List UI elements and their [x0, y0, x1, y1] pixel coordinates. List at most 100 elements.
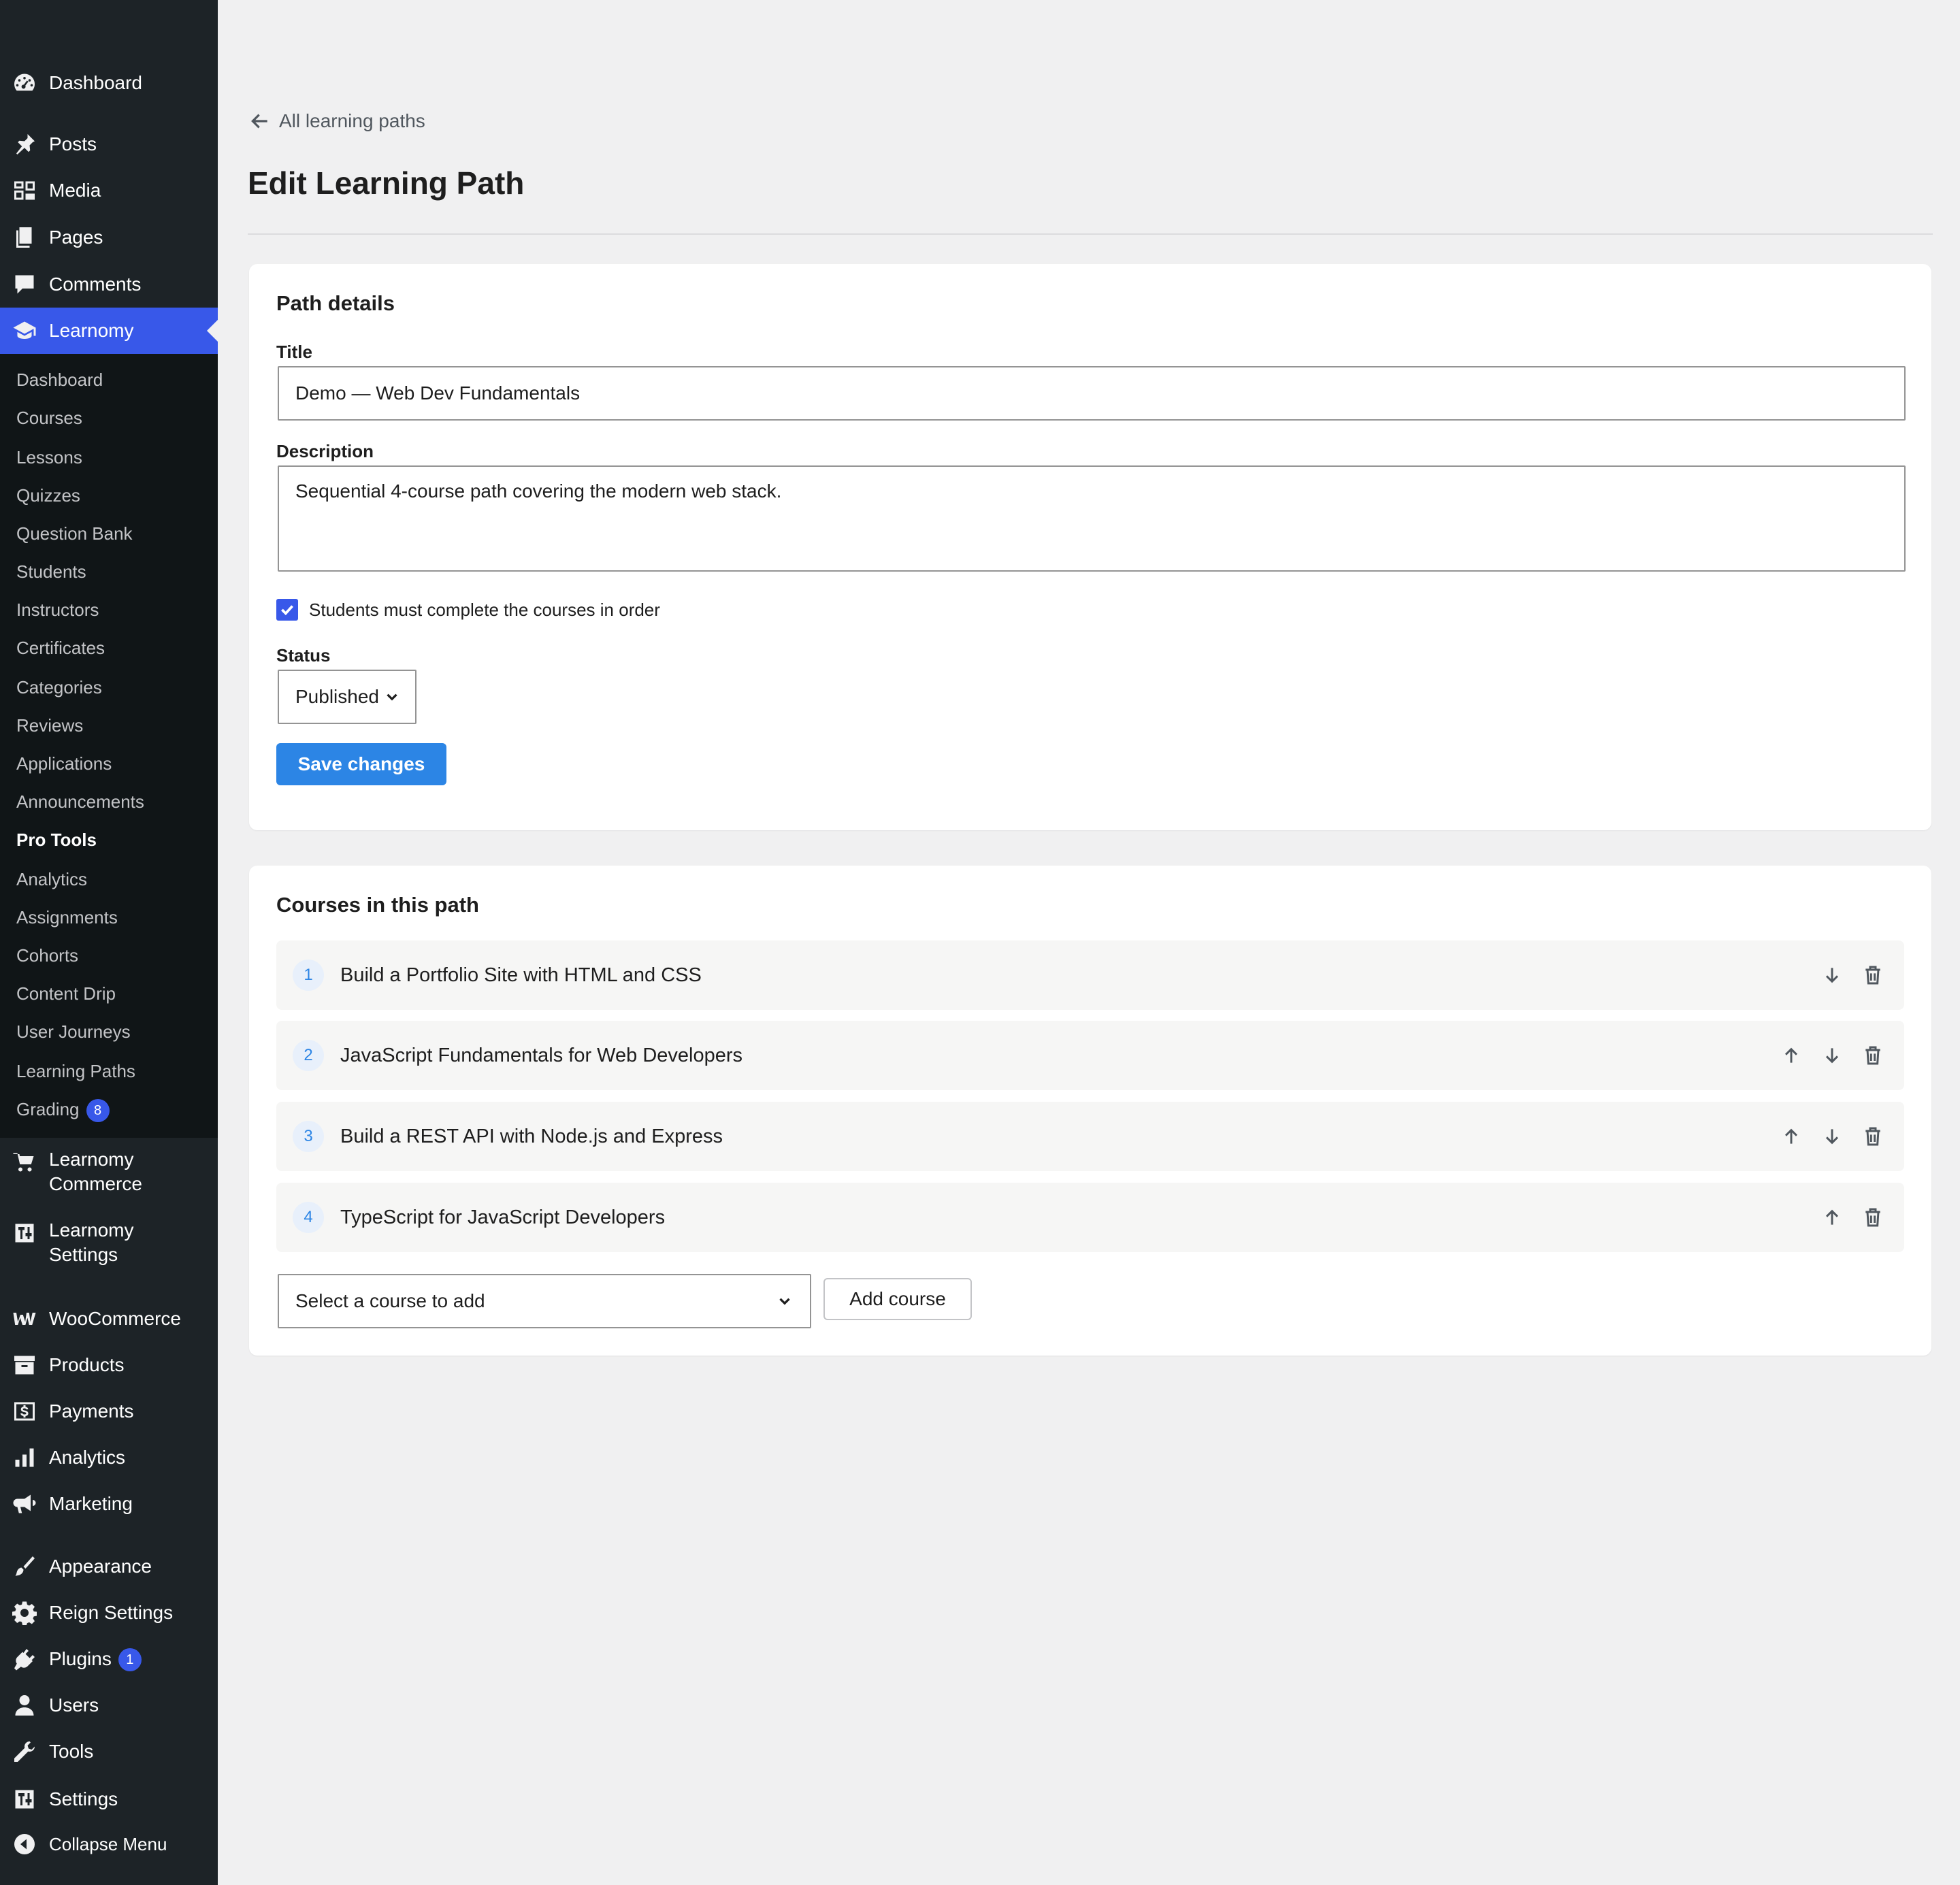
submenu-certificates[interactable]: Certificates	[16, 636, 105, 660]
menu-posts[interactable]: Posts	[0, 129, 218, 159]
menu-tools[interactable]: Tools	[0, 1737, 218, 1767]
learnomy-submenu: Dashboard Courses Lessons Quizzes Questi…	[0, 354, 218, 1138]
wrench-icon	[11, 1738, 38, 1765]
submenu-instructors[interactable]: Instructors	[16, 597, 99, 622]
submenu-grading[interactable]: Grading 8	[16, 1097, 110, 1123]
trash-icon	[1865, 1127, 1880, 1146]
menu-marketing[interactable]: Marketing	[0, 1489, 218, 1519]
menu-collapse[interactable]: Collapse Menu	[0, 1829, 218, 1859]
course-row[interactable]: 3 Build a REST API with Node.js and Expr…	[276, 1102, 1904, 1171]
status-select[interactable]: Published	[278, 670, 416, 724]
active-arrow-icon	[207, 320, 218, 342]
menu-pages[interactable]: Pages	[0, 223, 218, 252]
settings-sliders-icon	[11, 1786, 38, 1813]
menu-appearance[interactable]: Appearance	[0, 1552, 218, 1581]
bar-chart-icon	[11, 1444, 38, 1471]
move-down-button[interactable]	[1818, 962, 1846, 989]
submenu-analytics[interactable]: Analytics	[16, 867, 87, 891]
menu-comments[interactable]: Comments	[0, 269, 218, 299]
submenu-applications[interactable]: Applications	[16, 751, 112, 776]
submenu-quizzes[interactable]: Quizzes	[16, 483, 80, 508]
menu-settings[interactable]: Settings	[0, 1784, 218, 1814]
arrow-up-icon	[1784, 1128, 1798, 1144]
grading-count-badge: 8	[86, 1099, 110, 1123]
course-select[interactable]: Select a course to add	[278, 1274, 811, 1328]
course-name: JavaScript Fundamentals for Web Develope…	[340, 1045, 743, 1066]
submenu-content-drip[interactable]: Content Drip	[16, 981, 116, 1006]
submenu-lessons[interactable]: Lessons	[16, 445, 82, 470]
submenu-dashboard[interactable]: Dashboard	[16, 367, 103, 392]
menu-plugins[interactable]: Plugins 1	[0, 1644, 218, 1674]
description-textarea[interactable]: Sequential 4-course path covering the mo…	[278, 465, 1906, 572]
save-changes-button[interactable]: Save changes	[276, 743, 446, 785]
menu-plugins-label: Plugins	[49, 1648, 112, 1669]
submenu-user-journeys[interactable]: User Journeys	[16, 1019, 131, 1044]
page-title: Edit Learning Path	[248, 165, 525, 201]
arrow-down-icon	[1825, 968, 1839, 983]
menu-analytics[interactable]: Analytics	[0, 1443, 218, 1473]
course-row[interactable]: 1 Build a Portfolio Site with HTML and C…	[276, 940, 1904, 1010]
submenu-courses[interactable]: Courses	[16, 406, 82, 430]
remove-course-button[interactable]	[1859, 962, 1886, 989]
title-divider	[248, 233, 1933, 235]
course-order-number: 2	[293, 1040, 324, 1071]
move-up-button[interactable]	[1778, 1123, 1805, 1150]
graduation-cap-icon	[11, 317, 38, 344]
status-select-value: Published	[295, 686, 379, 707]
move-down-button[interactable]	[1818, 1123, 1846, 1150]
sequential-checkbox[interactable]	[276, 599, 298, 621]
menu-reign-settings[interactable]: Reign Settings	[0, 1598, 218, 1628]
menu-products[interactable]: Products	[0, 1350, 218, 1380]
move-up-button[interactable]	[1778, 1042, 1805, 1069]
admin-sidebar: Dashboard Posts Media Pages Comments Lea…	[0, 0, 218, 1885]
menu-payments[interactable]: Payments	[0, 1396, 218, 1426]
pin-icon	[11, 131, 38, 158]
course-name: Build a Portfolio Site with HTML and CSS	[340, 964, 702, 986]
menu-learnomy-commerce[interactable]: Learnomy Commerce	[0, 1147, 218, 1199]
menu-users[interactable]: Users	[0, 1690, 218, 1720]
submenu-assignments[interactable]: Assignments	[16, 905, 118, 930]
add-course-button[interactable]: Add course	[823, 1278, 972, 1320]
submenu-cohorts[interactable]: Cohorts	[16, 943, 78, 968]
dollar-icon	[11, 1398, 38, 1425]
menu-woocommerce[interactable]: WooCommerce	[0, 1304, 218, 1334]
submenu-question-bank[interactable]: Question Bank	[16, 521, 133, 546]
remove-course-button[interactable]	[1859, 1042, 1886, 1069]
course-order-number: 4	[293, 1202, 324, 1233]
remove-course-button[interactable]	[1859, 1204, 1886, 1231]
title-label: Title	[276, 342, 312, 362]
arrow-down-icon	[1825, 1048, 1839, 1064]
arrow-up-icon	[1825, 1209, 1839, 1225]
title-input[interactable]	[278, 366, 1906, 421]
brush-icon	[11, 1553, 38, 1580]
submenu-learning-paths[interactable]: Learning Paths	[16, 1059, 135, 1083]
arrow-up-icon	[1784, 1047, 1798, 1063]
trash-icon	[1865, 1046, 1880, 1065]
submenu-categories[interactable]: Categories	[16, 675, 102, 700]
back-link-label: All learning paths	[279, 110, 425, 131]
menu-learnomy[interactable]: Learnomy	[0, 308, 218, 354]
collapse-icon	[11, 1831, 38, 1858]
trash-icon	[1865, 1208, 1880, 1227]
submenu-students[interactable]: Students	[16, 559, 86, 584]
menu-media[interactable]: Media	[0, 176, 218, 206]
move-up-button[interactable]	[1818, 1204, 1846, 1231]
remove-course-button[interactable]	[1859, 1123, 1886, 1150]
gear-icon	[11, 1599, 38, 1626]
status-label: Status	[276, 645, 331, 666]
menu-learnomy-settings[interactable]: Learnomy Settings	[0, 1218, 218, 1270]
course-row[interactable]: 2 JavaScript Fundamentals for Web Develo…	[276, 1021, 1904, 1090]
pages-icon	[11, 224, 38, 251]
arrow-down-icon	[1825, 1129, 1839, 1145]
submenu-reviews[interactable]: Reviews	[16, 713, 83, 738]
course-name: TypeScript for JavaScript Developers	[340, 1207, 666, 1228]
sequential-checkbox-label: Students must complete the courses in or…	[309, 599, 660, 620]
back-to-learning-paths-link[interactable]: All learning paths	[249, 110, 425, 132]
submenu-announcements[interactable]: Announcements	[16, 789, 144, 814]
sequential-checkbox-row[interactable]: Students must complete the courses in or…	[276, 599, 660, 621]
dashboard-icon	[11, 69, 38, 97]
course-order-number: 3	[293, 1121, 324, 1152]
course-row[interactable]: 4 TypeScript for JavaScript Developers	[276, 1183, 1904, 1252]
move-down-button[interactable]	[1818, 1042, 1846, 1069]
menu-dashboard[interactable]: Dashboard	[0, 68, 218, 98]
